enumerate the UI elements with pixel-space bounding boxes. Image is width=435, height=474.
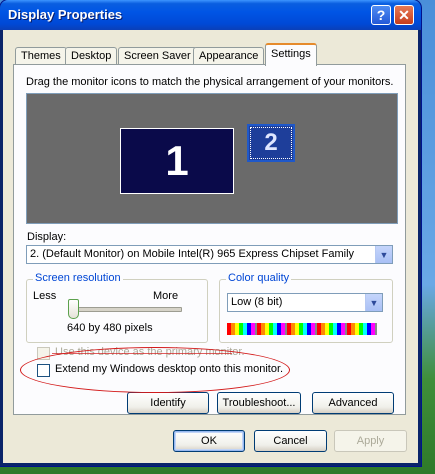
- tab-settings[interactable]: Settings: [265, 43, 317, 66]
- display-dropdown-value: 2. (Default Monitor) on Mobile Intel(R) …: [30, 248, 355, 260]
- color-quality-title: Color quality: [226, 272, 292, 284]
- screen-resolution-group: Screen resolution Less More 640 by 480 p…: [26, 272, 208, 343]
- display-dropdown[interactable]: 2. (Default Monitor) on Mobile Intel(R) …: [26, 245, 393, 264]
- color-quality-group: Color quality Low (8 bit) ▼: [219, 272, 393, 343]
- display-properties-window: Display Properties ? ✕ Themes Desktop Sc…: [0, 0, 421, 466]
- help-button[interactable]: ?: [371, 5, 391, 25]
- resolution-value: 640 by 480 pixels: [67, 322, 153, 334]
- display-label: Display:: [27, 231, 67, 243]
- close-button[interactable]: ✕: [394, 5, 414, 25]
- color-preview-bar: [227, 323, 377, 335]
- primary-monitor-label: Use this device as the primary monitor.: [55, 346, 245, 358]
- tab-appearance[interactable]: Appearance: [193, 47, 265, 65]
- screen-resolution-title: Screen resolution: [33, 272, 123, 284]
- color-quality-dropdown[interactable]: Low (8 bit) ▼: [227, 293, 383, 312]
- primary-monitor-checkbox[interactable]: [37, 347, 50, 360]
- resolution-more-label: More: [153, 290, 179, 302]
- chevron-down-icon[interactable]: ▼: [375, 246, 392, 263]
- troubleshoot-button[interactable]: Troubleshoot...: [217, 392, 301, 414]
- tab-screen-saver[interactable]: Screen Saver: [118, 47, 197, 65]
- advanced-button[interactable]: Advanced: [312, 392, 394, 414]
- extend-desktop-label: Extend my Windows desktop onto this moni…: [55, 363, 284, 375]
- color-quality-value: Low (8 bit): [231, 296, 283, 308]
- dialog-body: Themes Desktop Screen Saver Appearance S…: [3, 30, 418, 463]
- ok-button[interactable]: OK: [173, 430, 245, 452]
- identify-button[interactable]: Identify: [127, 392, 209, 414]
- close-icon: ✕: [398, 6, 410, 23]
- tab-themes[interactable]: Themes: [15, 47, 67, 65]
- instruction-text: Drag the monitor icons to match the phys…: [26, 76, 394, 88]
- monitor-arrangement-area: 1 2: [26, 93, 398, 224]
- resolution-less-label: Less: [33, 290, 57, 302]
- title-bar[interactable]: Display Properties ? ✕: [0, 0, 421, 30]
- monitor-2[interactable]: 2: [247, 124, 295, 162]
- cancel-button[interactable]: Cancel: [254, 430, 327, 452]
- monitor-1[interactable]: 1: [120, 128, 234, 194]
- chevron-down-icon[interactable]: ▼: [365, 294, 382, 311]
- tab-desktop[interactable]: Desktop: [65, 47, 118, 65]
- extend-desktop-checkbox[interactable]: [37, 364, 50, 377]
- window-title: Display Properties: [8, 7, 123, 22]
- resolution-slider-thumb[interactable]: [68, 299, 79, 319]
- apply-button[interactable]: Apply: [334, 430, 407, 452]
- annotation-strike-line: [52, 353, 232, 354]
- resolution-slider-track[interactable]: [72, 307, 182, 312]
- help-icon: ?: [376, 7, 386, 23]
